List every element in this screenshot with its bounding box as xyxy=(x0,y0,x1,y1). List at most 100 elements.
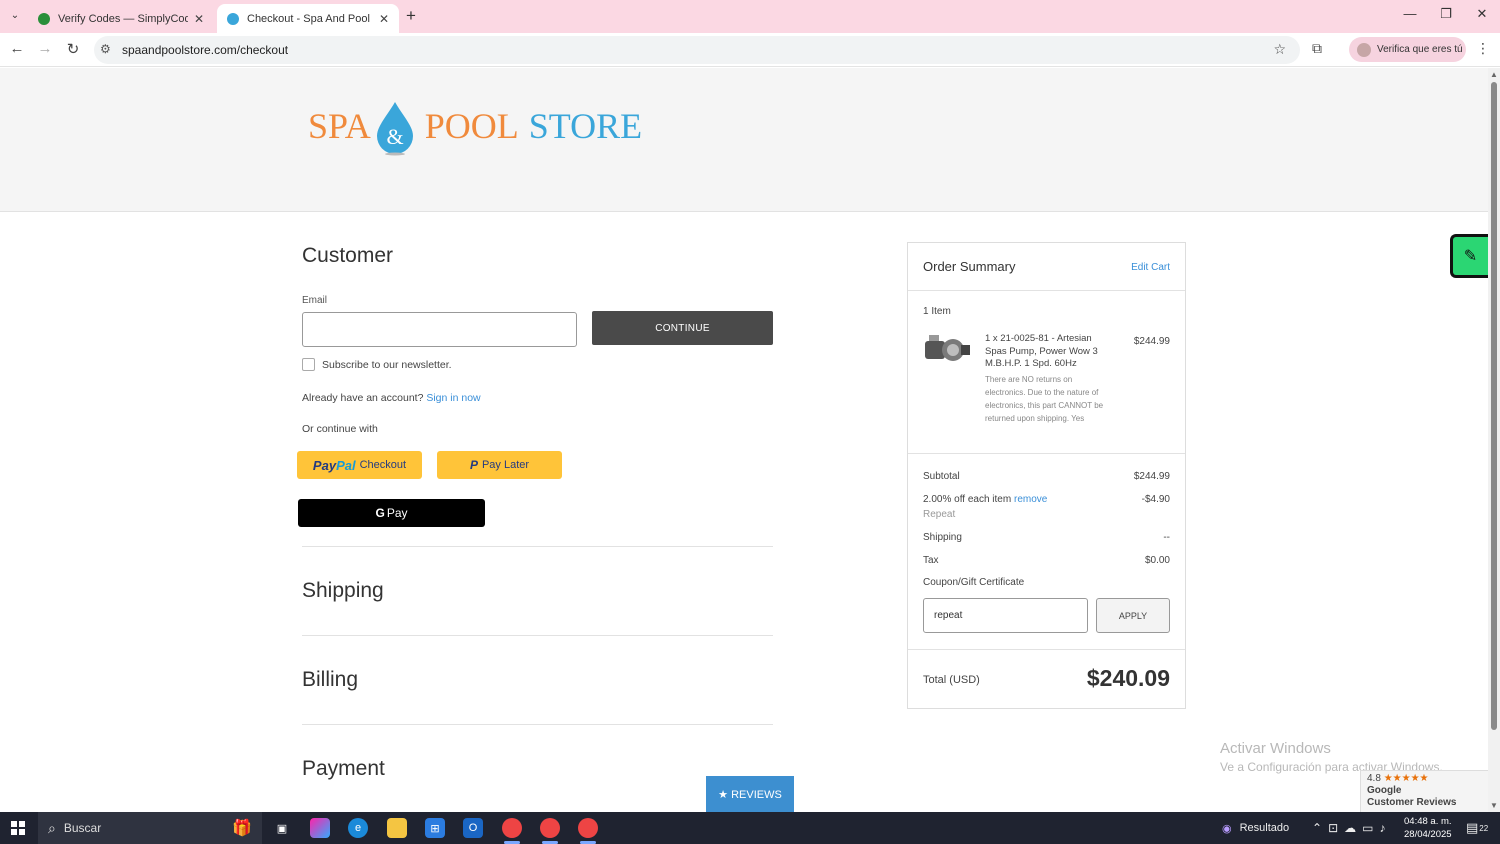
divider xyxy=(908,290,1185,291)
tax-value: $0.00 xyxy=(1144,555,1170,566)
taskbar-search-placeholder: Buscar xyxy=(63,821,102,835)
volume-icon[interactable]: ♪ xyxy=(1379,821,1391,835)
google-name: Google xyxy=(1367,785,1402,796)
newsletter-checkbox[interactable] xyxy=(302,358,315,371)
taskbar-search[interactable]: ⌕ Buscar 🎁 xyxy=(38,812,262,844)
sign-in-link[interactable]: Sign in now xyxy=(426,392,480,404)
coupon-input[interactable]: repeat xyxy=(923,598,1088,633)
continue-button[interactable]: CONTINUE xyxy=(592,311,773,345)
chrome-icon[interactable] xyxy=(502,818,522,838)
chrome-profile-2-icon[interactable] xyxy=(578,818,598,838)
discount-value: -$4.90 xyxy=(1141,494,1170,505)
close-tab-icon[interactable]: ✕ xyxy=(379,12,389,26)
logo-store: STORE xyxy=(528,106,643,146)
shipping-label: Shipping xyxy=(923,532,962,543)
bookmark-star-icon[interactable]: ☆ xyxy=(1273,41,1286,58)
forward-icon[interactable]: → xyxy=(35,40,55,57)
task-view-icon[interactable]: ▣ xyxy=(272,818,292,838)
minimize-icon[interactable]: — xyxy=(1400,6,1420,21)
google-rating-line: 4.8 ★★★★★ xyxy=(1367,773,1482,785)
edit-cart-link[interactable]: Edit Cart xyxy=(1131,262,1170,273)
google-stars: ★★★★★ xyxy=(1383,773,1429,784)
network-icon[interactable]: ▭ xyxy=(1362,821,1379,835)
chrome-profile-icon[interactable] xyxy=(540,818,560,838)
tab-checkout[interactable]: Checkout - Spa And Pool Store ✕ xyxy=(217,4,399,33)
tab-strip: ⌄ Verify Codes — SimplyCodes ✕ Checkout … xyxy=(0,0,1500,33)
coupon-link[interactable]: Coupon/Gift Certificate xyxy=(923,577,1170,588)
close-window-icon[interactable]: ✕ xyxy=(1472,6,1492,22)
tag-icon: ✎ xyxy=(1463,248,1478,265)
account-prompt: Already have an account? Sign in now xyxy=(302,392,481,404)
notification-center[interactable]: ▤ 22 xyxy=(1466,812,1488,844)
simplycodes-widget[interactable]: ✎ xyxy=(1450,234,1488,278)
tab-search-icon[interactable]: ⌄ xyxy=(6,7,24,25)
search-highlight-icon: 🎁 xyxy=(232,820,252,837)
avatar xyxy=(1357,42,1371,57)
google-reviews-badge[interactable]: 4.8 ★★★★★ Google Customer Reviews xyxy=(1360,770,1488,812)
browser-menu-icon[interactable]: ⋮ xyxy=(1476,40,1490,57)
google-pay-button[interactable]: G Pay xyxy=(298,499,485,527)
email-label: Email xyxy=(302,295,328,306)
site-info-icon[interactable]: ⚙ xyxy=(100,42,111,56)
apply-button[interactable]: APPLY xyxy=(1096,598,1170,633)
spa-favicon-icon xyxy=(227,12,239,25)
onedrive-icon[interactable]: ☁ xyxy=(1344,821,1362,835)
scroll-down-icon[interactable]: ▼ xyxy=(1490,801,1498,810)
edge-icon[interactable]: e xyxy=(348,818,368,838)
scroll-up-icon[interactable]: ▲ xyxy=(1490,70,1498,79)
newsletter-label: Subscribe to our newsletter. xyxy=(322,359,452,371)
paypal-checkout-button[interactable]: Pay Pal Checkout xyxy=(297,451,422,479)
divider xyxy=(302,546,773,547)
billing-heading: Billing xyxy=(302,668,359,691)
windows-start-icon[interactable] xyxy=(11,821,25,835)
reviews-button[interactable]: ★ REVIEWS xyxy=(706,776,794,812)
meet-icon[interactable]: ⊡ xyxy=(1328,821,1344,835)
back-icon[interactable]: ← xyxy=(7,40,27,57)
tray-result-label: Resultado xyxy=(1239,822,1290,834)
shipping-row: Shipping -- xyxy=(923,532,1170,543)
store-icon[interactable]: ⊞ xyxy=(425,818,445,838)
reload-icon[interactable]: ↻ xyxy=(63,40,83,58)
subtotal-row: Subtotal $244.99 xyxy=(923,471,1170,482)
address-bar[interactable]: ⚙ spaandpoolstore.com/checkout ☆ xyxy=(94,36,1300,64)
paypal-brand-1: Pay xyxy=(312,457,337,473)
product-image xyxy=(925,335,970,361)
tab-verify-codes[interactable]: Verify Codes — SimplyCodes ✕ xyxy=(28,4,214,33)
restore-icon[interactable]: ❐ xyxy=(1436,6,1456,22)
profile-label: Verifica que eres tú xyxy=(1377,44,1463,55)
chevron-up-icon[interactable]: ⌃ xyxy=(1312,821,1328,835)
scrollbar-thumb[interactable] xyxy=(1491,82,1497,730)
discount-label: 2.00% off each item xyxy=(923,494,1012,505)
file-explorer-icon[interactable] xyxy=(387,818,407,838)
paylater-button[interactable]: P Pay Later xyxy=(437,451,562,479)
new-tab-icon[interactable]: + xyxy=(406,6,416,26)
page-content: SPA & POOL STORE Customer Email CONTINUE… xyxy=(0,68,1488,812)
tray-result[interactable]: ◉ Resultado xyxy=(1222,812,1289,844)
subtotal-label: Subtotal xyxy=(923,471,960,482)
extensions-icon[interactable]: ⧉ xyxy=(1312,40,1322,57)
profile-button[interactable]: Verifica que eres tú xyxy=(1349,37,1466,62)
close-tab-icon[interactable]: ✕ xyxy=(194,12,204,26)
logo-spa: SPA xyxy=(308,106,371,146)
remove-discount-link[interactable]: remove xyxy=(1014,494,1047,505)
clock-time: 04:48 a. m. xyxy=(1404,816,1452,827)
system-tray-icons[interactable]: ⌃ ⊡ ☁ ▭ ♪ xyxy=(1312,812,1391,844)
outlook-icon[interactable]: O xyxy=(463,818,483,838)
page-scrollbar[interactable]: ▲ ▼ xyxy=(1488,68,1500,812)
paypal-brand-2: Pal xyxy=(336,457,356,473)
email-field[interactable] xyxy=(302,312,577,347)
order-summary-title: Order Summary Edit Cart xyxy=(923,259,1170,274)
gpay-label: Pay xyxy=(386,506,408,520)
copilot-icon[interactable] xyxy=(310,818,330,838)
site-logo[interactable]: SPA & POOL STORE xyxy=(308,96,642,156)
taskbar-clock[interactable]: 04:48 a. m. 28/04/2025 xyxy=(1404,815,1452,841)
order-summary: Order Summary Edit Cart 1 Item 1 x 21-00… xyxy=(907,242,1186,709)
paypal-p-icon: P xyxy=(469,458,478,472)
result-icon: ◉ xyxy=(1222,822,1232,835)
tax-label: Tax xyxy=(923,555,939,566)
or-continue-label: Or continue with xyxy=(302,423,378,435)
divider xyxy=(908,453,1185,454)
customer-heading: Customer xyxy=(302,244,394,267)
paylater-label: Pay Later xyxy=(481,459,530,471)
discount-row: 2.00% off each item remove -$4.90 xyxy=(923,494,1170,505)
